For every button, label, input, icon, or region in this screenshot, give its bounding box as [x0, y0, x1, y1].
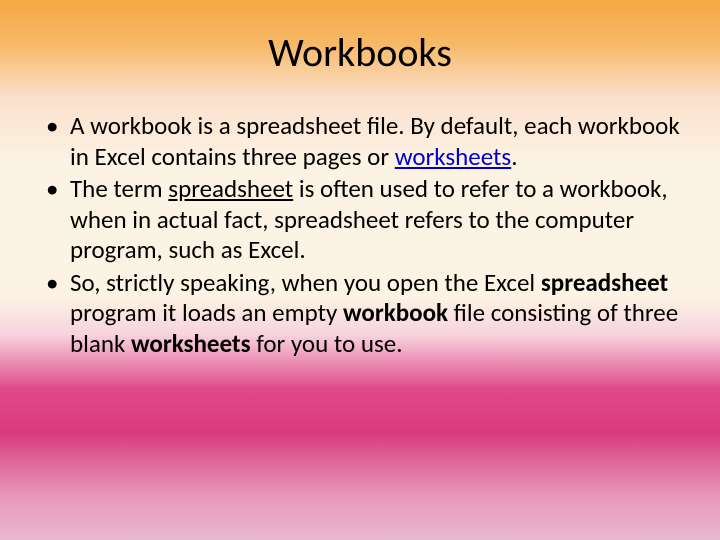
- spreadsheet-term: spreadsheet: [168, 173, 293, 204]
- list-item: A workbook is a spreadsheet file. By def…: [36, 111, 684, 172]
- bullet-text: A workbook is a spreadsheet file. By def…: [70, 110, 680, 172]
- bullet-text: The term: [70, 173, 168, 204]
- list-item: The term spreadsheet is often used to re…: [36, 174, 684, 266]
- slide-content: A workbook is a spreadsheet file. By def…: [36, 111, 684, 359]
- bold-text: worksheets: [131, 328, 251, 359]
- worksheets-link[interactable]: worksheets: [395, 141, 511, 172]
- slide: Workbooks A workbook is a spreadsheet fi…: [0, 0, 720, 540]
- list-item: So, strictly speaking, when you open the…: [36, 268, 684, 360]
- bullet-text: program it loads an empty: [70, 297, 343, 328]
- bold-text: spreadsheet: [541, 267, 668, 298]
- slide-title: Workbooks: [36, 28, 684, 77]
- bold-text: workbook: [343, 297, 448, 328]
- bullet-text: .: [511, 141, 517, 172]
- bullet-text: for you to use.: [251, 328, 403, 359]
- bullet-list: A workbook is a spreadsheet file. By def…: [36, 111, 684, 359]
- bullet-text: So, strictly speaking, when you open the…: [70, 267, 541, 298]
